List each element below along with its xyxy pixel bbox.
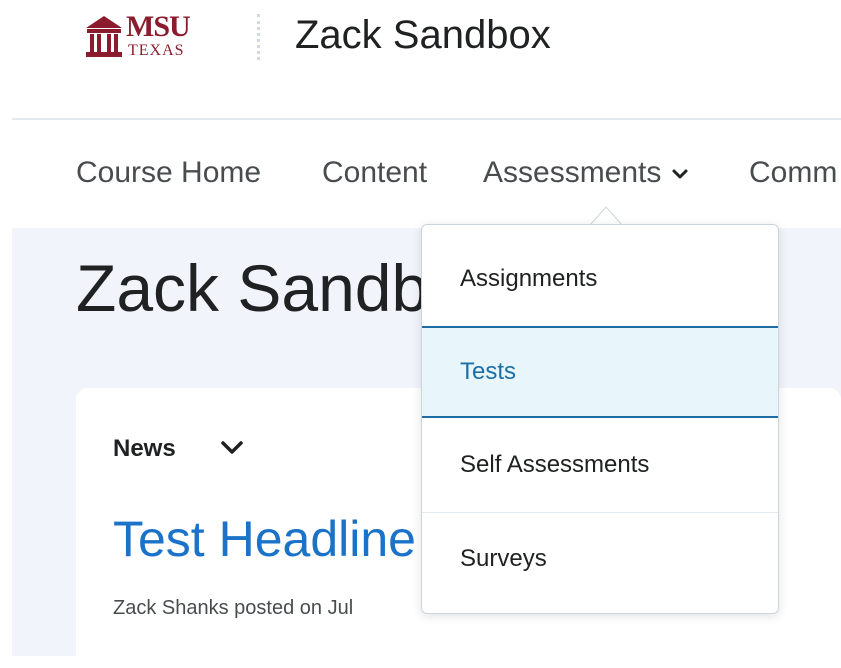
menu-item-tests[interactable]: Tests [422,326,778,418]
nav-item-communication[interactable]: Comm [749,153,837,193]
msu-texas-logo[interactable]: MSU TEXAS [84,10,214,64]
news-posted-meta: Zack Shanks posted on Jul [113,597,354,619]
menu-item-self-assessments[interactable]: Self Assessments [422,419,778,511]
course-navbar: Course Home Content Assessments Comm [0,120,841,228]
dropdown-pointer [588,206,624,226]
assessments-dropdown-menu: Assignments Tests Self Assessments Surve… [421,224,779,614]
nav-item-course-home[interactable]: Course Home [76,153,261,193]
course-title[interactable]: Zack Sandbox [295,10,551,60]
news-widget-title: News [113,435,176,462]
menu-item-surveys[interactable]: Surveys [422,512,778,604]
chevron-down-icon[interactable] [219,439,245,457]
msu-building-icon [86,16,122,57]
nav-item-assessments[interactable]: Assessments [483,153,689,193]
page-title: Zack Sandb [76,251,429,325]
menu-item-assignments[interactable]: Assignments [422,233,778,325]
nav-item-content[interactable]: Content [322,153,427,193]
logo-main-text: MSU [126,10,191,43]
logo-sub-text: TEXAS [128,42,185,59]
course-header: MSU TEXAS Zack Sandbox [0,0,841,118]
chevron-down-icon [672,169,688,179]
nav-item-assessments-label: Assessments [483,156,662,189]
header-divider [257,14,260,60]
news-headline[interactable]: Test Headline [113,508,416,570]
